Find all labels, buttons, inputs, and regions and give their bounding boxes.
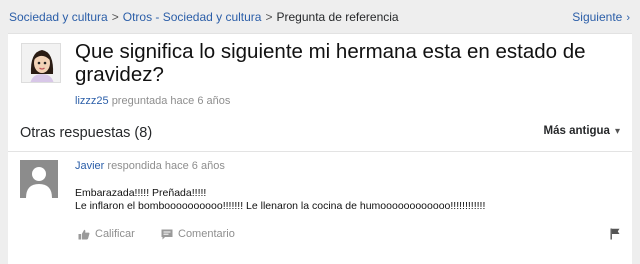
rate-label: Calificar: [95, 228, 135, 240]
question-date: preguntada hace 6 años: [111, 95, 231, 107]
question-card: Que significa lo siguiente mi hermana es…: [8, 33, 632, 113]
answers-card: Otras respuestas (8) Más antigua ▾ Javier…: [8, 113, 632, 264]
breadcrumb-current: Pregunta de referencia: [276, 10, 399, 24]
chevron-right-icon: ›: [626, 12, 630, 24]
thumbs-up-icon: [78, 229, 90, 239]
answer-line: Le inflaron el bomboooooooooo!!!!!!! Le …: [75, 200, 486, 212]
breadcrumb: Sociedad y cultura > Otros - Sociedad y cu…: [9, 10, 399, 24]
sort-dropdown[interactable]: Más antigua ▾: [544, 125, 621, 137]
breadcrumb-bar: Sociedad y cultura > Otros - Sociedad y cu…: [0, 0, 640, 33]
breadcrumb-link-otros[interactable]: Otros - Sociedad y cultura: [123, 10, 262, 24]
answers-header: Otras respuestas (8): [20, 125, 153, 141]
answer-actions: Calificar Comentario: [8, 223, 632, 243]
question-meta: lizzz25 preguntada hace 6 años: [75, 95, 230, 107]
sort-label: Más antigua: [543, 125, 610, 137]
answer-date: respondida hace 6 años: [107, 160, 225, 172]
comment-button[interactable]: Comentario: [161, 228, 235, 240]
answer-author[interactable]: Javier: [75, 160, 104, 172]
comment-label: Comentario: [178, 228, 235, 240]
next-label: Siguiente: [572, 10, 623, 24]
chevron-down-icon: ▾: [614, 126, 620, 137]
rate-button[interactable]: Calificar: [78, 228, 135, 240]
divider: [8, 151, 632, 152]
answer-text: Embarazada!!!!! Preñada!!!!! Le inflaron…: [75, 187, 485, 213]
breadcrumb-separator: >: [111, 10, 119, 24]
flag-button[interactable]: [610, 228, 620, 243]
avatar-icon[interactable]: [20, 160, 58, 198]
answer-line: Embarazada!!!!! Preñada!!!!!: [75, 187, 207, 199]
flag-icon: [610, 228, 620, 240]
breadcrumb-link-sociedad-cultura[interactable]: Sociedad y cultura: [9, 10, 108, 24]
answer-meta: Javier respondida hace 6 años: [75, 160, 225, 172]
breadcrumb-separator: >: [265, 10, 273, 24]
next-link[interactable]: Siguiente ›: [572, 10, 630, 24]
question-author[interactable]: lizzz25: [75, 95, 109, 107]
avatar-icon[interactable]: [21, 43, 61, 83]
comment-icon: [161, 229, 173, 239]
question-title: Que significa lo siguiente mi hermana es…: [75, 40, 586, 86]
